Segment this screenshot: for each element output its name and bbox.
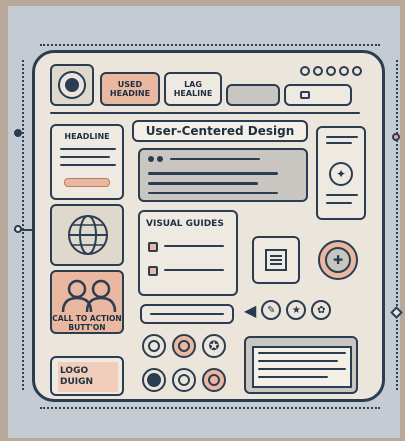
text-line <box>326 202 352 204</box>
header-search-field[interactable] <box>284 84 352 106</box>
text-line <box>60 164 116 166</box>
visual-guides-label: VISUAL GUIDES <box>146 219 224 229</box>
radio-button[interactable] <box>172 368 196 392</box>
page-dot[interactable] <box>300 66 310 76</box>
headline-cta-button[interactable] <box>64 178 110 187</box>
checkbox[interactable] <box>148 242 158 252</box>
headline-label: HEADLINE <box>64 132 110 141</box>
text-line <box>148 192 278 194</box>
radio-button[interactable] <box>172 334 196 358</box>
toolbar-icons: ◀ ✎ ★ ✿ <box>244 300 332 320</box>
text-line <box>326 142 352 144</box>
globe-icon <box>68 215 108 255</box>
text-line <box>148 172 278 175</box>
text-line <box>60 156 110 158</box>
phone-mockup: ✦ <box>316 126 366 220</box>
text-line <box>150 313 224 315</box>
back-arrow-icon[interactable]: ◀ <box>244 301 256 320</box>
text-line <box>258 368 346 370</box>
page-title-box: User-Centered Design <box>132 120 308 142</box>
text-line <box>170 158 260 160</box>
settings-icon[interactable]: ✿ <box>311 300 332 320</box>
layout-icon <box>265 249 287 271</box>
call-to-action-label: CALL TO ACTION BUTT'ON <box>52 314 122 332</box>
users-icon <box>61 279 117 312</box>
star-button[interactable]: ✪ <box>202 334 226 358</box>
call-to-action-card[interactable]: CALL TO ACTION BUTT'ON <box>50 270 124 334</box>
text-line <box>258 352 346 354</box>
visual-guides-card: VISUAL GUIDES <box>138 210 238 296</box>
page-dot[interactable] <box>339 66 349 76</box>
grey-header-block <box>226 84 280 106</box>
bullet <box>148 156 154 162</box>
text-line <box>148 182 258 185</box>
star-icon[interactable]: ★ <box>286 300 307 320</box>
lag-healine-label: LAG HEALINE <box>173 80 213 98</box>
text-line <box>326 194 358 196</box>
bullet <box>157 156 163 162</box>
page-dot[interactable] <box>352 66 362 76</box>
text-panel <box>244 336 358 394</box>
headline-card: HEADLINE <box>50 124 124 200</box>
right-anchor-dot <box>392 133 400 141</box>
logo-box <box>50 64 94 106</box>
text-line <box>60 148 116 150</box>
globe-card <box>50 204 124 266</box>
phone-play-icon[interactable]: ✦ <box>329 162 353 186</box>
content-block <box>138 148 308 202</box>
avatar-button[interactable]: ✚ <box>318 240 358 280</box>
page-title: User-Centered Design <box>145 124 295 138</box>
text-line <box>164 269 224 271</box>
edit-icon[interactable]: ✎ <box>261 300 282 320</box>
logo-design-card: LOGO DUIGN <box>50 356 124 396</box>
right-guide-line <box>396 60 398 390</box>
badge-icon: ✚ <box>332 253 344 267</box>
bottom-guide-line <box>40 407 380 409</box>
lag-healine-tab[interactable]: LAG HEALINE <box>164 72 222 106</box>
radio-button[interactable] <box>142 368 166 392</box>
page-dot[interactable] <box>326 66 336 76</box>
left-guide-line <box>22 60 24 390</box>
text-line <box>326 136 358 138</box>
text-line <box>258 360 338 362</box>
used-headline-tab[interactable]: USED HEADINE <box>100 72 160 106</box>
icon-row-2 <box>142 368 226 392</box>
checkbox[interactable] <box>148 266 158 276</box>
page-dot[interactable] <box>313 66 323 76</box>
radio-button[interactable] <box>142 334 166 358</box>
pagination-dots[interactable] <box>300 66 362 78</box>
field-icon <box>300 91 310 99</box>
top-guide-line <box>40 44 380 46</box>
logo-design-label: LOGO DUIGN <box>60 366 94 387</box>
left-anchor-dot <box>14 129 22 137</box>
radio-button[interactable] <box>202 368 226 392</box>
left-handle[interactable] <box>14 225 22 233</box>
text-line <box>164 245 224 247</box>
input-field[interactable] <box>140 304 234 324</box>
logo-icon <box>58 71 86 99</box>
text-line <box>258 376 328 378</box>
used-headline-label: USED HEADINE <box>109 80 151 98</box>
icon-row-1: ✪ <box>142 334 226 358</box>
header-divider <box>50 112 360 114</box>
layout-icon-box[interactable] <box>252 236 300 284</box>
